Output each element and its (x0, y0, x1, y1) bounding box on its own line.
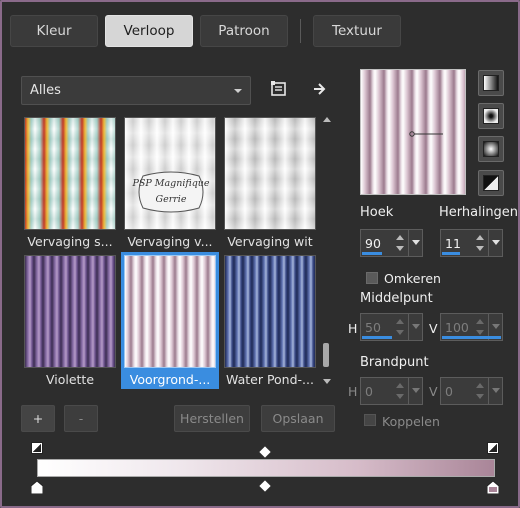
focal-v-spinner[interactable]: 0 (440, 377, 503, 405)
center-v-label: V (429, 321, 438, 336)
color-stop-right-icon[interactable] (487, 481, 499, 494)
add-button[interactable]: + (21, 405, 55, 432)
gallery-tile-selected[interactable]: Voorgrond-... (121, 252, 219, 389)
center-h-stepper[interactable] (394, 314, 406, 340)
gradient-center-marker-icon[interactable] (409, 131, 443, 137)
scroll-down-icon[interactable] (323, 379, 331, 384)
radial-gradient-icon (483, 141, 499, 157)
opacity-stop-left-icon[interactable] (31, 442, 43, 454)
rectangular-gradient-icon (483, 108, 499, 124)
gallery-tile-label: Vervaging s... (27, 234, 113, 249)
rectangular-gradient-button[interactable] (478, 103, 504, 129)
gradient-thumbnail (224, 117, 316, 230)
opacity-midpoint-icon[interactable] (259, 446, 271, 458)
tab-kleur[interactable]: Kleur (10, 15, 98, 47)
gallery-tile-label: Vervaging wit (227, 234, 313, 249)
scroll-thumb[interactable] (323, 343, 329, 367)
gallery-tile[interactable]: Vervaging s... (21, 114, 119, 251)
scroll-up-icon[interactable] (323, 117, 331, 122)
tab-verloop[interactable]: Verloop (105, 15, 193, 47)
color-midpoint-icon[interactable] (259, 480, 271, 492)
angle-spinner[interactable]: 90 (360, 229, 423, 257)
focal-v-dropdown-button[interactable] (488, 378, 502, 404)
repeats-slider-fill (442, 252, 460, 255)
opacity-stop-right-icon[interactable] (487, 442, 499, 454)
link-checkbox[interactable] (364, 414, 376, 426)
tab-divider (300, 19, 301, 43)
category-dropdown[interactable]: Alles (21, 76, 251, 105)
link-label: Koppelen (382, 414, 440, 429)
chevron-down-icon (234, 89, 242, 93)
focal-v-value: 0 (445, 384, 453, 399)
gallery-tile[interactable]: Violette (21, 252, 119, 389)
invert-label: Omkeren (384, 271, 441, 286)
angle-stepper[interactable] (394, 230, 406, 256)
invert-checkbox[interactable] (366, 272, 378, 284)
center-v-spinner[interactable]: 100 (440, 313, 503, 341)
material-properties-panel: Kleur Verloop Patroon Textuur Alles Verv… (0, 0, 520, 508)
gallery-tile-label: Violette (45, 372, 95, 387)
focal-v-stepper[interactable] (474, 378, 486, 404)
watermark-text-line1: PSP Magnifique (132, 178, 210, 189)
reset-button[interactable]: Herstellen (174, 405, 250, 432)
center-h-label: H (348, 321, 358, 336)
focal-h-dropdown-button[interactable] (408, 378, 422, 404)
center-h-dropdown-button[interactable] (408, 314, 422, 340)
angle-dropdown-button[interactable] (408, 230, 422, 256)
gallery-tile[interactable]: Vervaging wit (221, 114, 319, 251)
tab-textuur[interactable]: Textuur (313, 15, 401, 47)
center-v-value: 100 (445, 320, 469, 335)
focal-v-label: V (429, 384, 438, 399)
linear-gradient-icon (483, 75, 499, 91)
repeats-value: 11 (445, 236, 461, 251)
color-stop-left-icon[interactable] (31, 481, 43, 494)
gallery-tile-label: Vervaging v... (127, 234, 213, 249)
gradient-thumbnail (24, 255, 116, 368)
center-point-label: Middelpunt (360, 291, 433, 306)
angle-slider-fill (362, 252, 382, 255)
watermark-text-line2: Gerrie (155, 194, 187, 205)
angle-value: 90 (365, 236, 381, 251)
gradient-thumbnail: PSP Magnifique Gerrie (124, 117, 216, 230)
category-dropdown-value: Alles (30, 83, 61, 98)
gallery-scrollbar[interactable] (320, 114, 332, 390)
repeats-stepper[interactable] (474, 230, 486, 256)
tab-patroon[interactable]: Patroon (200, 15, 288, 47)
repeats-label: Herhalingen (439, 205, 519, 220)
focal-h-label: H (348, 384, 358, 399)
angle-label: Hoek (360, 205, 394, 220)
center-h-spinner[interactable]: 50 (360, 313, 423, 341)
gradient-editor-icon[interactable] (268, 78, 290, 100)
arrow-right-icon[interactable] (309, 78, 331, 100)
focal-point-label: Brandpunt (360, 355, 429, 370)
gradient-gallery: Vervaging s... PSP Magnifique Gerrie Ver… (21, 114, 319, 390)
gradient-thumbnail (124, 255, 216, 368)
repeats-dropdown-button[interactable] (488, 230, 502, 256)
focal-h-stepper[interactable] (394, 378, 406, 404)
gradient-preview[interactable] (360, 69, 466, 195)
sunburst-gradient-button[interactable] (478, 170, 504, 196)
linear-gradient-button[interactable] (478, 70, 504, 96)
focal-h-spinner[interactable]: 0 (360, 377, 423, 405)
radial-gradient-button[interactable] (478, 136, 504, 162)
gallery-tile-label: Water Pond-... (226, 372, 314, 387)
remove-button[interactable]: - (64, 405, 98, 432)
gradient-color-bar[interactable] (37, 459, 495, 477)
watermark-badge-icon (138, 171, 204, 213)
gallery-tile-label: Voorgrond-... (129, 372, 211, 387)
center-v-slider-fill (442, 336, 501, 339)
gradient-thumbnail (24, 117, 116, 230)
sunburst-gradient-icon (483, 175, 499, 191)
gallery-tile[interactable]: Water Pond-... (221, 252, 319, 389)
gradient-thumbnail (224, 255, 316, 368)
center-h-slider-fill (362, 336, 392, 339)
center-h-value: 50 (365, 320, 381, 335)
focal-h-value: 0 (365, 384, 373, 399)
gallery-tile[interactable]: PSP Magnifique Gerrie Vervaging v... (121, 114, 219, 251)
repeats-spinner[interactable]: 11 (440, 229, 503, 257)
save-button[interactable]: Opslaan (261, 405, 335, 432)
